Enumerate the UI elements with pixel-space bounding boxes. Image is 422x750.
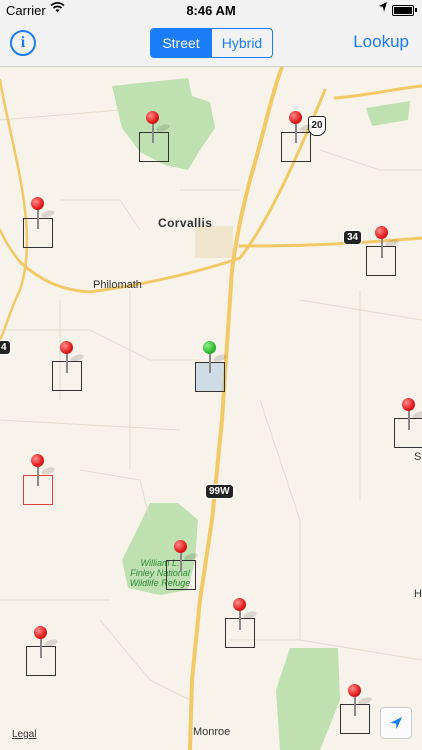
battery-icon	[392, 5, 414, 16]
pin-icon[interactable]	[146, 111, 171, 151]
or-99w-shield: 99W	[205, 484, 234, 499]
status-time: 8:46 AM	[186, 3, 236, 18]
pin-icon[interactable]	[233, 598, 258, 638]
map-view[interactable]: Corvallis Philomath Monroe William L. Fi…	[0, 67, 422, 750]
minor-roads	[0, 109, 422, 701]
nav-bar: i Street Hybrid Lookup	[0, 20, 422, 67]
location-arrow-icon	[390, 717, 402, 729]
legal-link[interactable]: Legal	[12, 729, 36, 740]
pin-icon-selected[interactable]	[203, 341, 228, 381]
corvallis-urban-area	[195, 226, 233, 258]
segment-street[interactable]: Street	[151, 29, 211, 57]
map-base	[0, 67, 422, 750]
pin-icon[interactable]	[31, 454, 56, 494]
se-park-area	[276, 648, 340, 750]
pin-icon[interactable]	[348, 684, 373, 724]
lookup-button[interactable]: Lookup	[353, 32, 409, 52]
battery-tip	[415, 8, 417, 12]
or-34-shield: 34	[343, 230, 363, 245]
status-bar: Carrier 8:46 AM	[0, 0, 422, 20]
road-nw	[0, 228, 22, 264]
pin-icon[interactable]	[375, 226, 400, 266]
highway-north	[333, 84, 422, 100]
segment-hybrid[interactable]: Hybrid	[211, 29, 272, 57]
highways	[0, 67, 422, 750]
edge-label-s: S	[414, 451, 422, 463]
info-button[interactable]: i	[10, 30, 36, 56]
edge-label-h: H	[414, 588, 422, 600]
pin-icon[interactable]	[31, 197, 56, 237]
pin-icon[interactable]	[34, 626, 59, 666]
philomath-label: Philomath	[93, 279, 142, 291]
pin-icon[interactable]	[174, 540, 199, 580]
pin-icon[interactable]	[402, 398, 422, 438]
pin-icon[interactable]	[289, 111, 314, 151]
edge-route-shield: 4	[0, 340, 11, 355]
monroe-label: Monroe	[193, 726, 231, 738]
park-area	[366, 101, 410, 126]
current-location-button[interactable]	[380, 707, 412, 739]
map-type-segmented-control: Street Hybrid	[150, 28, 273, 58]
pin-icon[interactable]	[60, 341, 85, 381]
corvallis-label: Corvallis	[158, 216, 213, 230]
location-arrow-icon	[378, 1, 388, 16]
